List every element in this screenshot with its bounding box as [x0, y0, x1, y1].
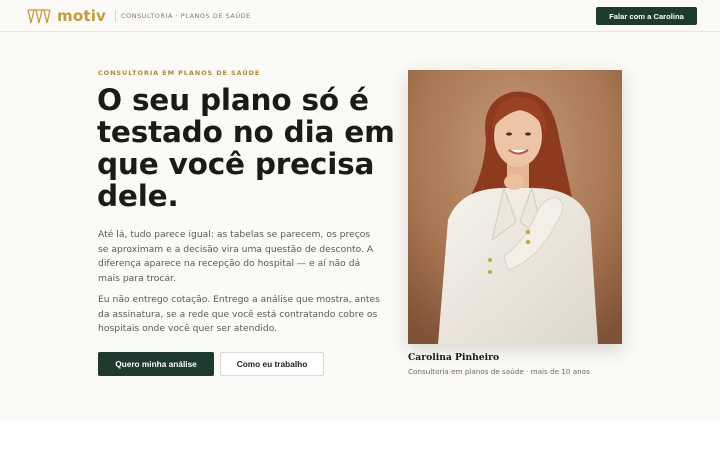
portrait-photo [408, 70, 622, 344]
hero-paragraph-1: Até lá, tudo parece igual: as tabelas se… [98, 229, 374, 284]
header-divider [115, 10, 116, 22]
motiv-logo-icon [27, 8, 51, 23]
portrait-name: Carolina Pinheiro [408, 352, 500, 363]
hero-eyebrow: CONSULTORIA EM PLANOS DE SAÚDE [98, 69, 261, 77]
hero-paragraph-2: Eu não entrego cotação. Entrego a anális… [98, 294, 380, 334]
header-tagline: CONSULTORIA · PLANOS DE SAÚDE [121, 12, 251, 20]
how-i-work-button[interactable]: Como eu trabalho [220, 352, 324, 376]
site-header: motiv CONSULTORIA · PLANOS DE SAÚDE Fala… [0, 0, 720, 32]
brand-logo[interactable]: motiv [27, 7, 106, 25]
request-analysis-button[interactable]: Quero minha análise [98, 352, 214, 376]
contact-carolina-button[interactable]: Falar com a Carolina [596, 7, 697, 25]
portrait-role: Consultoria em planos de saúde · mais de… [408, 367, 590, 376]
brand-name: motiv [57, 7, 107, 25]
section-divider-band [0, 420, 720, 450]
hero-headline: O seu plano só é testado no dia em que v… [97, 83, 395, 213]
